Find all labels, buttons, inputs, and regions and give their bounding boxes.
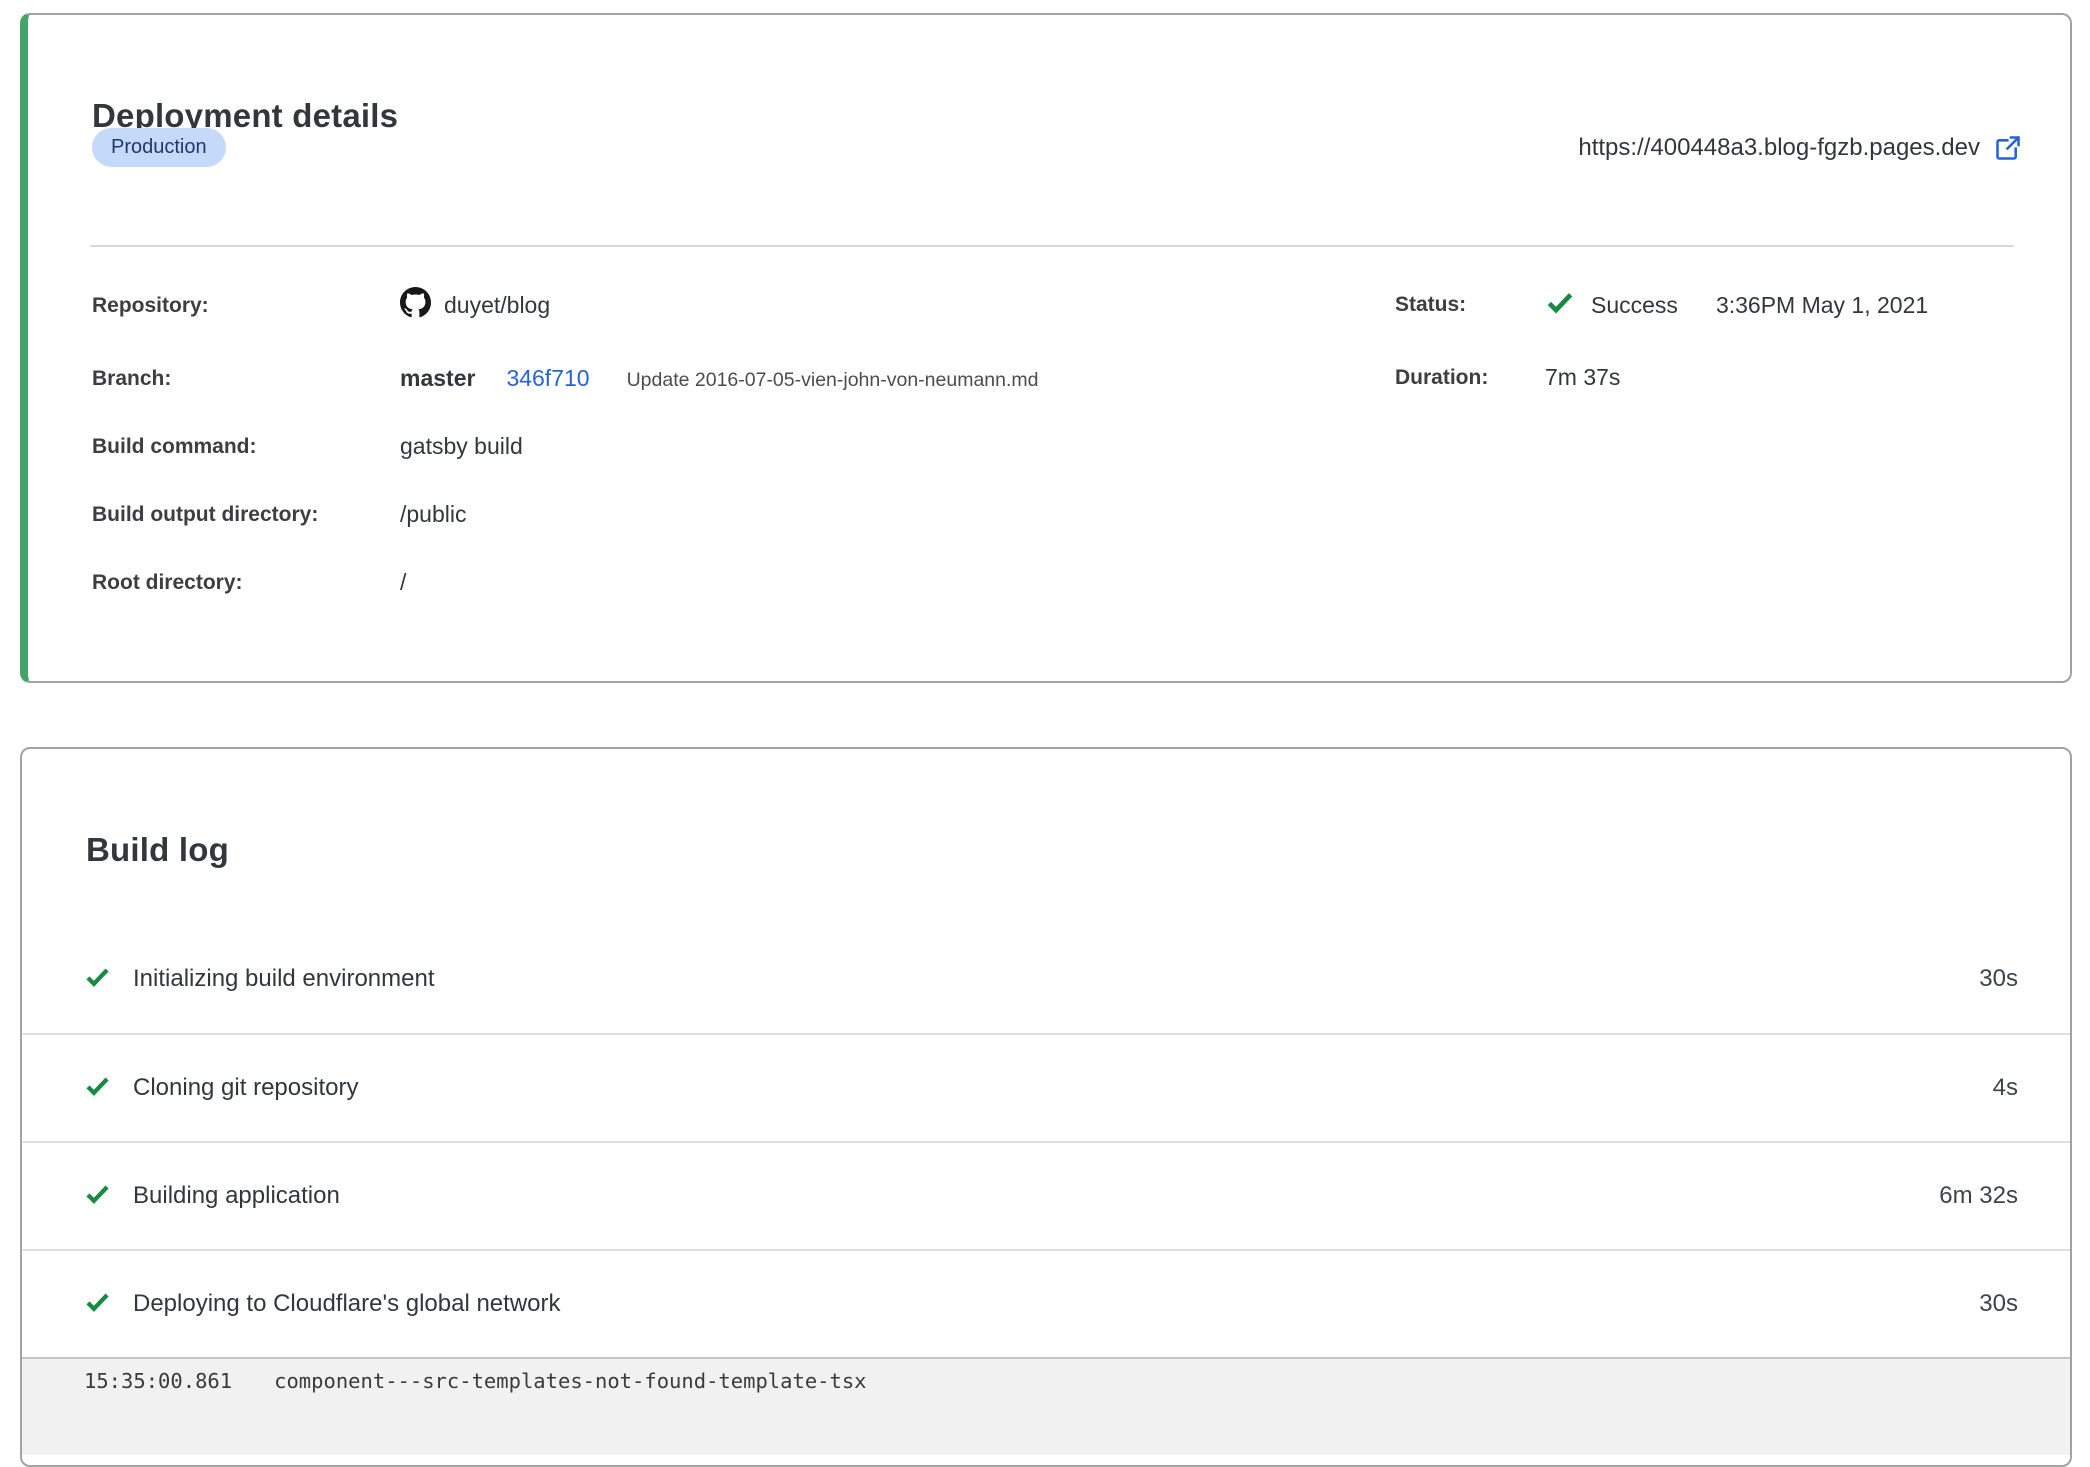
- check-icon: [84, 1180, 111, 1212]
- environment-badge: Production: [92, 128, 226, 167]
- commit-message: Update 2016-07-05-vien-john-von-neumann.…: [627, 369, 1039, 392]
- status-timestamp: 3:36PM May 1, 2021: [1716, 292, 1928, 319]
- check-icon: [1545, 287, 1575, 323]
- deployment-details-card: Deployment details Production https://40…: [20, 13, 2072, 683]
- check-icon: [84, 1072, 111, 1104]
- check-icon: [84, 1288, 111, 1320]
- build-output-directory-label: Build output directory:: [92, 503, 400, 527]
- repository-value: duyet/blog: [400, 287, 1039, 324]
- build-step-label: Cloning git repository: [133, 1074, 358, 1102]
- root-directory-label: Root directory:: [92, 571, 400, 595]
- deployment-url-link[interactable]: https://400448a3.blog-fgzb.pages.dev: [1578, 134, 2022, 162]
- commit-hash-link[interactable]: 346f710: [506, 365, 589, 392]
- build-log-title: Build log: [86, 831, 229, 869]
- status-value: Success 3:36PM May 1, 2021: [1545, 287, 1928, 323]
- build-step-cloning[interactable]: Cloning git repository 4s: [22, 1033, 2070, 1141]
- build-step-duration: 4s: [1993, 1074, 2018, 1102]
- github-icon: [400, 287, 431, 324]
- card-divider: [90, 245, 2014, 247]
- build-command-value: gatsby build: [400, 433, 1039, 460]
- log-message: component---src-templates-not-found-temp…: [274, 1367, 866, 1395]
- build-command-label: Build command:: [92, 435, 400, 459]
- repository-label: Repository:: [92, 294, 400, 318]
- log-timestamp: 15:35:00.861: [84, 1367, 232, 1395]
- build-log-steps: Initializing build environment 30s Cloni…: [22, 925, 2070, 1455]
- repository-name: duyet/blog: [444, 292, 550, 319]
- deployment-status-fields: Status: Success 3:36PM May 1, 2021 Durat…: [1395, 287, 1928, 391]
- log-line: 15:35:00.861 component---src-templates-n…: [84, 1367, 2070, 1395]
- branch-name: master: [400, 365, 475, 392]
- build-step-label: Initializing build environment: [133, 965, 435, 993]
- build-step-initializing[interactable]: Initializing build environment 30s: [22, 925, 2070, 1033]
- duration-value: 7m 37s: [1545, 364, 1928, 391]
- build-step-duration: 30s: [1979, 1290, 2018, 1318]
- build-step-duration: 6m 32s: [1939, 1182, 2018, 1210]
- status-label: Status:: [1395, 293, 1545, 317]
- root-directory-value: /: [400, 569, 1039, 596]
- deployment-fields: Repository: duyet/blog Branch: master 34…: [92, 287, 1039, 596]
- build-step-label: Building application: [133, 1182, 340, 1210]
- build-step-duration: 30s: [1979, 965, 2018, 993]
- build-output-directory-value: /public: [400, 501, 1039, 528]
- build-step-building[interactable]: Building application 6m 32s: [22, 1141, 2070, 1249]
- branch-label: Branch:: [92, 367, 400, 391]
- branch-value: master 346f710 Update 2016-07-05-vien-jo…: [400, 365, 1039, 392]
- build-step-label: Deploying to Cloudflare's global network: [133, 1290, 561, 1318]
- build-log-output[interactable]: 15:35:00.861 component---src-templates-n…: [22, 1357, 2070, 1455]
- status-text: Success: [1591, 292, 1678, 319]
- build-step-deploying[interactable]: Deploying to Cloudflare's global network…: [22, 1249, 2070, 1357]
- build-log-card: Build log Initializing build environment…: [20, 747, 2072, 1467]
- deployment-url-text: https://400448a3.blog-fgzb.pages.dev: [1578, 134, 1980, 162]
- check-icon: [84, 963, 111, 995]
- external-link-icon: [1994, 134, 2022, 162]
- duration-label: Duration:: [1395, 366, 1545, 390]
